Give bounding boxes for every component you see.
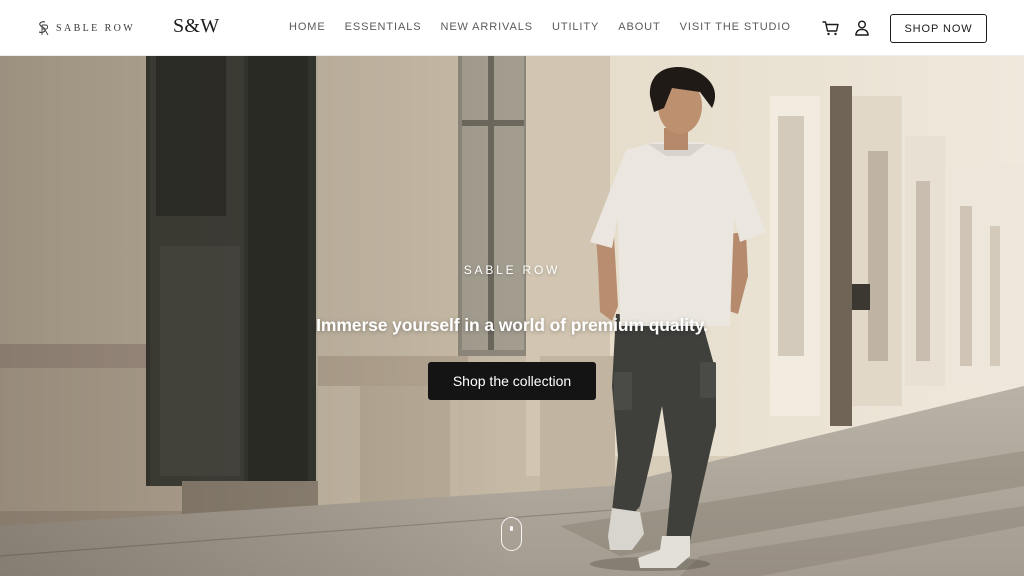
hero-banner: SABLE ROW Immerse yourself in a world of… xyxy=(0,56,1024,576)
nav-visit-the-studio[interactable]: VISIT THE STUDIO xyxy=(680,21,791,33)
cart-icon xyxy=(822,21,839,36)
scroll-dot xyxy=(509,526,513,531)
brand-logo[interactable]: SABLE ROW xyxy=(36,20,135,36)
brand-name: SABLE ROW xyxy=(56,22,136,34)
site-header: SABLE ROW S&W HOME ESSENTIALS NEW ARRIVA… xyxy=(0,0,1024,56)
shop-the-collection-button[interactable]: Shop the collection xyxy=(428,362,596,400)
nav-utility[interactable]: UTILITY xyxy=(552,21,599,33)
nav-about[interactable]: ABOUT xyxy=(618,21,660,33)
shop-now-button[interactable]: SHOP NOW xyxy=(890,14,987,43)
monogram-logo[interactable]: S&W xyxy=(173,15,219,38)
hero-headline: Immerse yourself in a world of premium q… xyxy=(316,315,708,335)
nav-home[interactable]: HOME xyxy=(289,21,326,33)
main-nav: HOME ESSENTIALS NEW ARRIVALS UTILITY ABO… xyxy=(289,21,791,33)
nav-essentials[interactable]: ESSENTIALS xyxy=(345,21,422,33)
hero-eyebrow: SABLE ROW xyxy=(463,263,561,277)
account-button[interactable] xyxy=(852,18,872,38)
brand-mark-icon xyxy=(38,21,49,36)
scroll-indicator-icon[interactable] xyxy=(501,517,522,551)
nav-new-arrivals[interactable]: NEW ARRIVALS xyxy=(440,21,533,33)
cart-button[interactable] xyxy=(821,18,841,38)
user-icon xyxy=(855,20,869,36)
